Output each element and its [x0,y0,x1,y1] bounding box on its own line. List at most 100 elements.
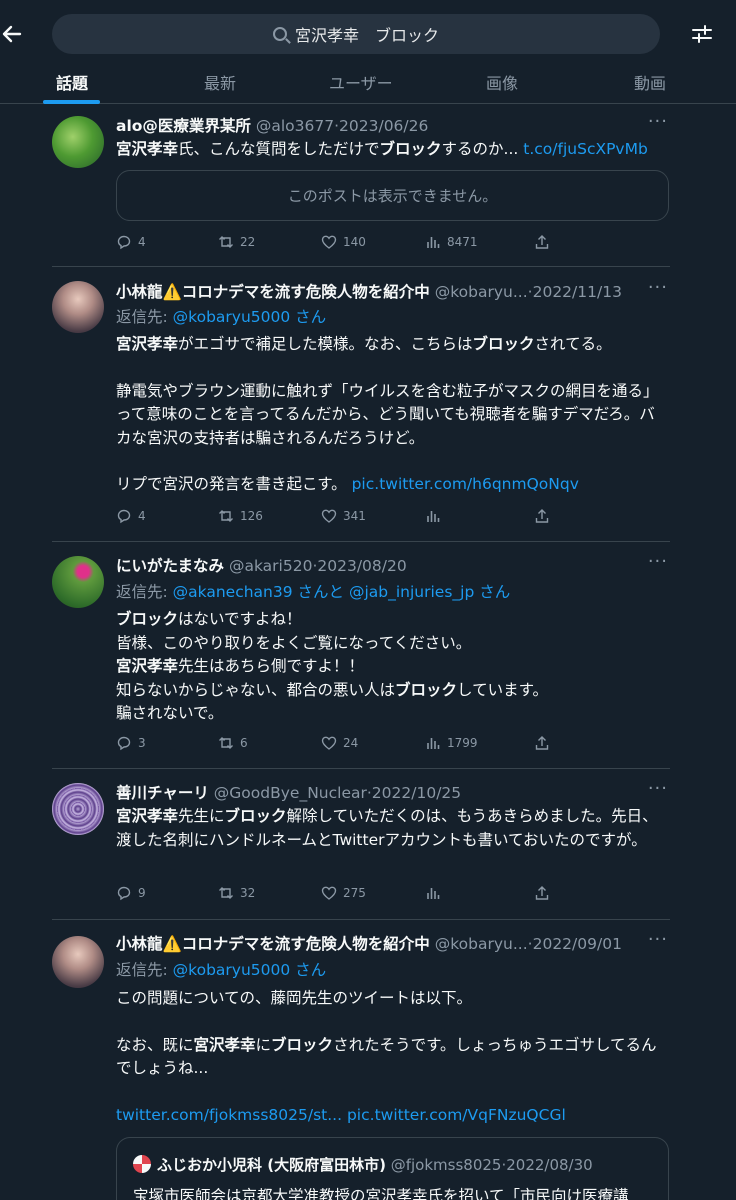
like-button[interactable]: 275 [321,885,366,901]
display-name[interactable]: alo@医療業界某所 [116,117,251,135]
like-icon [321,736,337,750]
post-text: この問題についての、藤岡先生のツイートは以下。 なお、既に宮沢孝幸にブロックされ… [116,989,657,1124]
divider [52,768,670,769]
post[interactable]: 小林龍⚠️コロナデマを流す危険人物を紹介中 @kobaryu...·2022/1… [0,268,736,542]
reply-button[interactable]: 4 [116,234,146,250]
reply-context: 返信先: @kobaryu5000 さん [116,961,327,979]
reply-button[interactable]: 9 [116,885,146,901]
avatar[interactable] [52,116,104,168]
avatar[interactable] [52,783,104,835]
views-button[interactable]: 1799 [425,735,478,751]
display-name[interactable]: 小林龍⚠️コロナデマを流す危険人物を紹介中 [116,283,430,301]
quoted-display-name: ふじおか小児科 (大阪府富田林市) [157,1156,386,1174]
reply-button[interactable]: 3 [116,735,146,751]
post-header: alo@医療業界某所 @alo3677·2023/06/26 [116,117,429,135]
handle[interactable]: @kobaryu... [435,935,528,953]
share-button[interactable] [534,508,550,524]
share-button[interactable] [534,735,550,751]
retweet-button[interactable]: 6 [218,735,248,751]
share-icon [535,736,549,750]
tab-latest[interactable]: 最新 [204,70,236,94]
tab-images[interactable]: 画像 [486,70,518,94]
post-header: 善川チャーリ @GoodBye_Nuclear·2022/10/25 [116,784,462,802]
post[interactable]: alo@医療業界某所 @alo3677·2023/06/26 ··· 宮沢孝幸氏… [0,105,736,267]
back-arrow-icon[interactable] [0,20,24,48]
display-name[interactable]: 善川チャーリ [116,784,209,802]
post-text: 宮沢孝幸氏、こんな質問をしただけでブロックするのか... t.co/fjuScX… [116,140,648,158]
like-button[interactable]: 24 [321,735,358,751]
handle[interactable]: @kobaryu... [435,283,528,301]
reply-button[interactable]: 4 [116,508,146,524]
share-button[interactable] [534,234,550,250]
post-link[interactable]: twitter.com/fjokmss8025/st... [116,1106,342,1124]
handle[interactable]: @alo3677 [256,117,334,135]
display-name[interactable]: にいがたまなみ [116,557,224,575]
display-name[interactable]: 小林龍⚠️コロナデマを流す危険人物を紹介中 [116,935,430,953]
handle[interactable]: @GoodBye_Nuclear [214,784,367,802]
divider [52,541,670,542]
unavailable-embed: このポストは表示できません。 [116,170,669,221]
avatar[interactable] [52,936,104,988]
post[interactable]: 小林龍⚠️コロナデマを流す危険人物を紹介中 @kobaryu...·2022/0… [0,921,736,1200]
retweet-button[interactable]: 22 [218,234,255,250]
more-icon[interactable]: ··· [648,111,668,132]
post-date[interactable]: 2022/10/25 [372,784,461,802]
tab-users[interactable]: ユーザー [329,70,393,94]
retweet-icon [219,510,233,522]
post-text: 宮沢孝幸がエゴサで補足した模様。なお、こちらはブロックされてる。 静電気やブラウ… [116,335,659,493]
post[interactable]: 善川チャーリ @GoodBye_Nuclear·2022/10/25 ··· 宮… [0,770,736,920]
post-link[interactable]: pic.twitter.com/VqFNzuQCGl [347,1106,566,1124]
avatar[interactable] [52,556,104,608]
views-button[interactable]: 8471 [425,234,478,250]
search-input[interactable]: 宮沢孝幸 ブロック [52,14,660,54]
like-icon [321,235,337,249]
tab-videos[interactable]: 動画 [634,70,666,94]
retweet-button[interactable]: 32 [218,885,255,901]
top-bar: 宮沢孝幸 ブロック 話題 最新 ユーザー 画像 動画 [0,0,736,104]
post-text: ブロックはないですよね！ 皆様、このやり取りをよくご覧になってください。 宮沢孝… [116,610,549,722]
quoted-post[interactable]: ふじおか小児科 (大阪府富田林市) @fjokmss8025·2022/08/3… [116,1137,669,1200]
reply-mention[interactable]: @kobaryu5000 さん [173,308,327,326]
reply-context: 返信先: @kobaryu5000 さん [116,308,327,326]
post[interactable]: にいがたまなみ @akari520·2023/08/20 ··· 返信先: @a… [0,543,736,769]
retweet-button[interactable]: 126 [218,508,263,524]
post-link[interactable]: t.co/fjuScXPvMb [523,140,648,158]
views-button[interactable] [425,508,447,524]
more-icon[interactable]: ··· [648,778,668,799]
views-icon [427,511,440,522]
search-tabs: 話題 最新 ユーザー 画像 動画 [0,62,736,104]
post-date[interactable]: 2022/09/01 [533,935,622,953]
quoted-avatar [133,1155,151,1173]
active-tab-indicator [43,100,100,104]
like-button[interactable]: 140 [321,234,366,250]
post-actions: 4 126 341 [116,508,670,528]
search-icon [272,27,287,41]
more-icon[interactable]: ··· [648,929,668,950]
retweet-icon [219,887,233,899]
more-icon[interactable]: ··· [648,551,668,572]
tab-top[interactable]: 話題 [56,70,88,94]
views-icon [427,888,440,899]
post-date[interactable]: 2023/06/26 [339,117,428,135]
post-date[interactable]: 2022/11/13 [533,283,622,301]
quoted-handle: @fjokmss8025 [390,1156,502,1174]
share-button[interactable] [534,885,550,901]
handle[interactable]: @akari520 [229,557,312,575]
retweet-icon [219,737,233,749]
reply-icon [117,509,131,524]
like-button[interactable]: 341 [321,508,366,524]
post-date[interactable]: 2023/08/20 [317,557,406,575]
filter-icon[interactable] [690,22,714,46]
views-button[interactable] [425,885,447,901]
more-icon[interactable]: ··· [648,277,668,298]
reply-context: 返信先: @akanechan39 さんと @jab_injuries_jp さ… [116,583,511,601]
avatar[interactable] [52,281,104,333]
views-icon [427,738,440,749]
reply-mention[interactable]: @akanechan39 さんと @jab_injuries_jp さん [173,583,511,601]
post-header: 小林龍⚠️コロナデマを流す危険人物を紹介中 @kobaryu...·2022/1… [116,283,622,301]
reply-icon [117,736,131,751]
post-link[interactable]: pic.twitter.com/h6qnmQoNqv [352,475,579,493]
reply-icon [117,886,131,901]
divider [52,919,670,920]
reply-mention[interactable]: @kobaryu5000 さん [173,961,327,979]
